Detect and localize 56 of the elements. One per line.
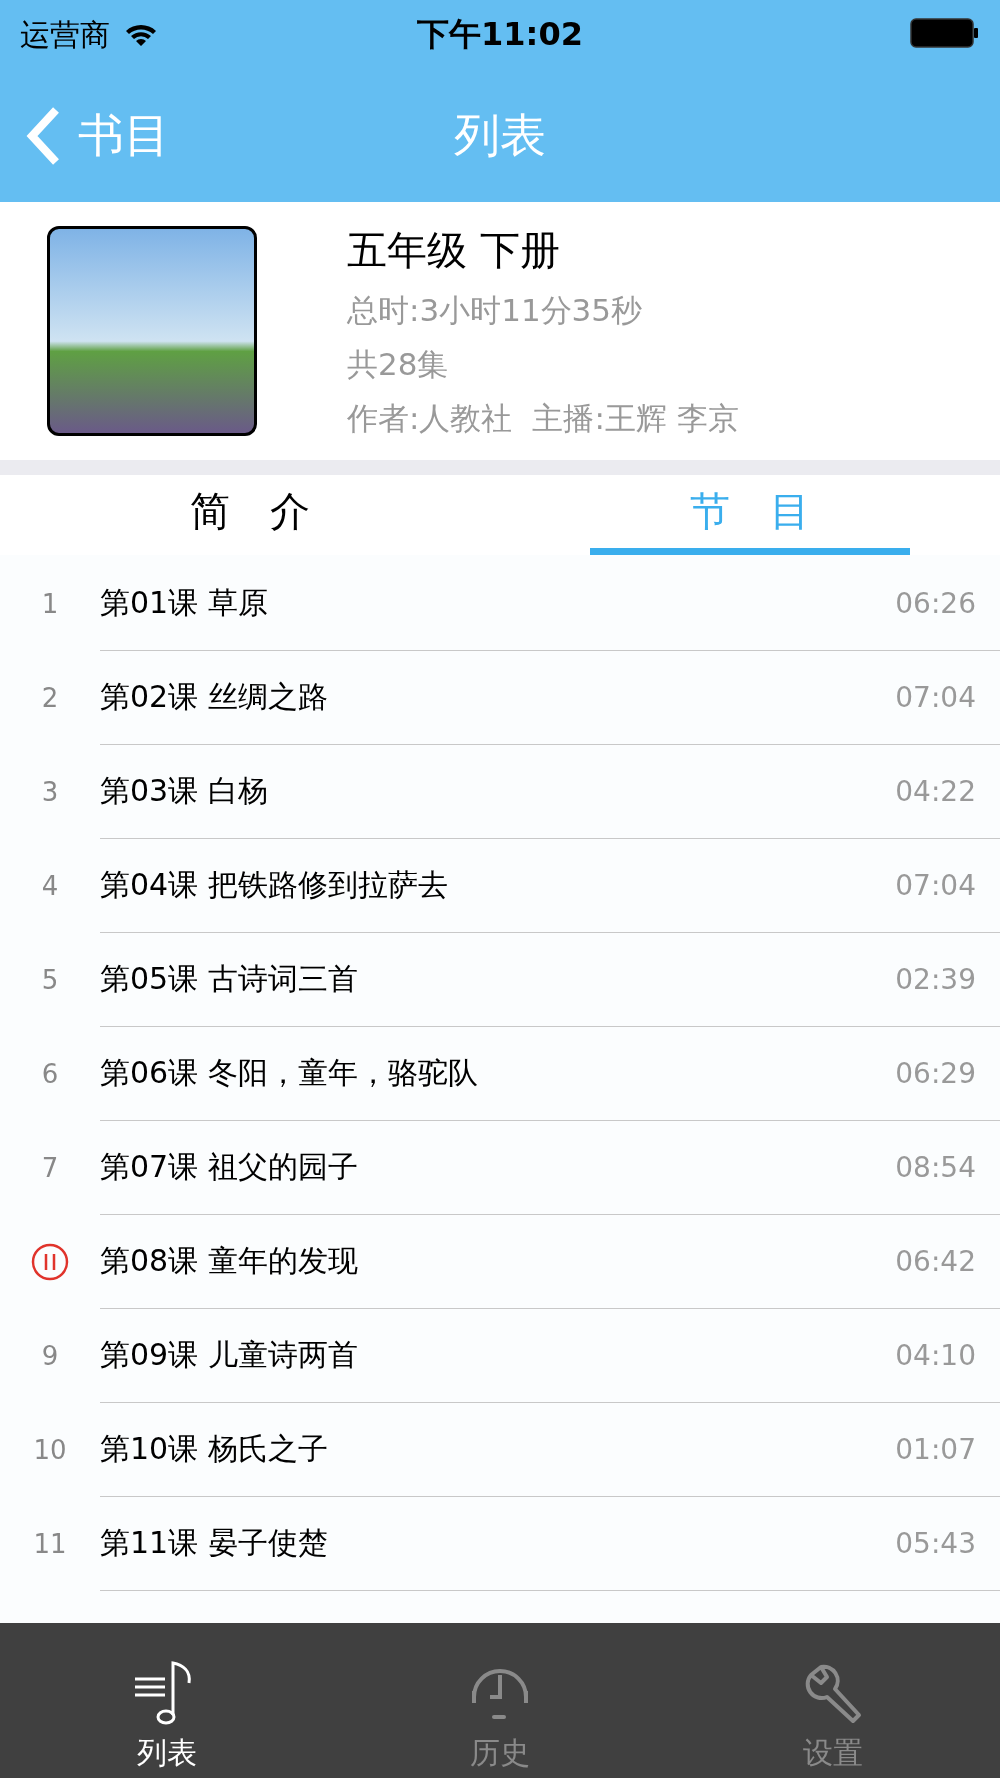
lesson-number: 6 bbox=[41, 1059, 59, 1089]
status-time: 下午11:02 bbox=[417, 14, 583, 55]
lesson-title: 第06课 冬阳，童年，骆驼队 bbox=[100, 1054, 478, 1092]
battery-icon bbox=[910, 17, 980, 49]
tab-item[interactable]: 列表 bbox=[0, 1623, 334, 1778]
lesson-title: 第04课 把铁路修到拉萨去 bbox=[100, 866, 448, 904]
lesson-duration: 07:04 bbox=[895, 869, 976, 902]
narrator-label: 主播:王辉 李京 bbox=[532, 398, 739, 438]
lesson-row[interactable]: 7 第07课 祖父的园子 08:54 bbox=[0, 1121, 1000, 1215]
lesson-title: 第11课 晏子使楚 bbox=[100, 1524, 328, 1562]
lesson-number: 2 bbox=[41, 683, 59, 713]
lesson-title: 第03课 白杨 bbox=[100, 772, 268, 810]
lesson-duration: 07:04 bbox=[895, 681, 976, 714]
lesson-duration: 05:43 bbox=[895, 1527, 976, 1560]
segment-tab[interactable]: 简 介 bbox=[90, 475, 410, 555]
lesson-row[interactable]: 6 第06课 冬阳，童年，骆驼队 06:29 bbox=[0, 1027, 1000, 1121]
lesson-row[interactable]: 11 第11课 晏子使楚 05:43 bbox=[0, 1497, 1000, 1591]
lesson-title: 第05课 古诗词三首 bbox=[100, 960, 358, 998]
episode-count: 共28集 bbox=[347, 344, 450, 384]
lesson-number: 11 bbox=[33, 1529, 67, 1559]
book-title: 五年级 下册 bbox=[347, 225, 561, 275]
lesson-title: 第10课 杨氏之子 bbox=[100, 1430, 328, 1468]
lesson-duration: 06:26 bbox=[895, 587, 976, 620]
lesson-number: 1 bbox=[41, 589, 59, 619]
total-time: 总时:3小时11分35秒 bbox=[347, 290, 644, 330]
lesson-duration: 06:42 bbox=[895, 1245, 976, 1278]
carrier-label: 运营商 bbox=[20, 15, 110, 54]
lesson-row[interactable]: 10 第10课 杨氏之子 01:07 bbox=[0, 1403, 1000, 1497]
lesson-row[interactable]: 3 第03课 白杨 04:22 bbox=[0, 745, 1000, 839]
chevron-left-icon bbox=[26, 106, 62, 166]
lesson-number: 3 bbox=[41, 777, 59, 807]
lesson-number: 7 bbox=[41, 1153, 59, 1183]
lesson-duration: 01:07 bbox=[895, 1433, 976, 1466]
wifi-icon bbox=[124, 22, 158, 48]
lesson-duration: 04:22 bbox=[895, 775, 976, 808]
lesson-title: 第02课 丝绸之路 bbox=[100, 678, 328, 716]
lesson-title: 第09课 儿童诗两首 bbox=[100, 1336, 358, 1374]
lesson-title: 第01课 草原 bbox=[100, 584, 268, 622]
nav-title: 列表 bbox=[454, 107, 546, 164]
lesson-number: 10 bbox=[33, 1435, 67, 1465]
lesson-title: 第07课 祖父的园子 bbox=[100, 1148, 358, 1186]
lesson-row[interactable]: 1 第01课 草原 06:26 bbox=[0, 557, 1000, 651]
lesson-duration: 04:10 bbox=[895, 1339, 976, 1372]
lesson-number: 4 bbox=[41, 871, 59, 901]
lesson-row[interactable]: 第08课 童年的发现 06:42 bbox=[0, 1215, 1000, 1309]
lesson-row[interactable]: 5 第05课 古诗词三首 02:39 bbox=[0, 933, 1000, 1027]
lesson-duration: 06:29 bbox=[895, 1057, 976, 1090]
lesson-duration: 08:54 bbox=[895, 1151, 976, 1184]
lesson-row[interactable]: 2 第02课 丝绸之路 07:04 bbox=[0, 651, 1000, 745]
lesson-row[interactable]: 9 第09课 儿童诗两首 04:10 bbox=[0, 1309, 1000, 1403]
lesson-title: 第08课 童年的发现 bbox=[100, 1242, 358, 1280]
lesson-number: 9 bbox=[41, 1341, 59, 1371]
lesson-row[interactable]: 4 第04课 把铁路修到拉萨去 07:04 bbox=[0, 839, 1000, 933]
author-label: 作者:人教社 bbox=[347, 398, 513, 438]
lesson-duration: 02:39 bbox=[895, 963, 976, 996]
lesson-number: 5 bbox=[41, 965, 59, 995]
